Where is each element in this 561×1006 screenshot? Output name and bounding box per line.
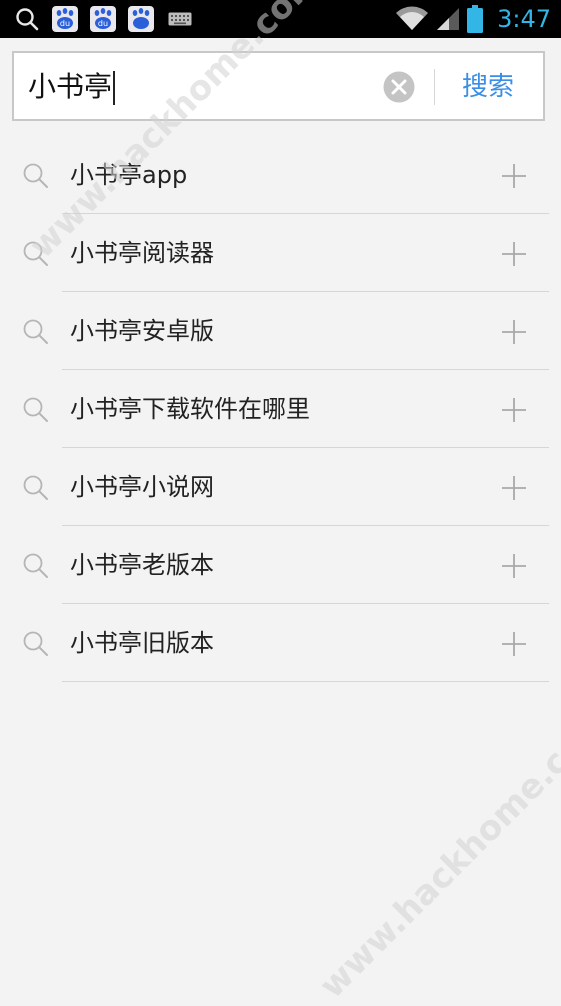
text-cursor	[113, 71, 116, 105]
suggestion-text: 小书亭老版本	[70, 551, 214, 579]
list-item[interactable]: 小书亭老版本	[0, 526, 561, 604]
search-icon	[23, 397, 48, 422]
plus-icon[interactable]	[500, 318, 528, 346]
baidu-paw-icon: du	[90, 6, 116, 32]
suggestion-list: 小书亭app 小书亭阅读器 小书亭安卓版 小书亭下载软件在哪里 小书亭小说网 小…	[0, 136, 561, 682]
plus-icon[interactable]	[500, 396, 528, 424]
system-icons: 3:47	[395, 4, 551, 34]
search-input[interactable]: 小书亭	[28, 70, 116, 105]
status-bar: du du 3:47	[0, 0, 561, 38]
suggestion-text: 小书亭旧版本	[70, 629, 214, 657]
search-icon	[16, 8, 39, 31]
plus-icon[interactable]	[500, 474, 528, 502]
search-divider	[434, 69, 435, 105]
search-icon	[23, 631, 48, 656]
suggestion-text: 小书亭小说网	[70, 473, 214, 501]
search-icon	[23, 319, 48, 344]
watermark: www.hackhome.com	[312, 700, 561, 1006]
svg-text:du: du	[98, 19, 108, 28]
baidu-paw-icon: du	[52, 6, 78, 32]
plus-icon[interactable]	[500, 630, 528, 658]
search-icon	[23, 475, 48, 500]
list-item[interactable]: 小书亭安卓版	[0, 292, 561, 370]
search-icon	[23, 553, 48, 578]
search-bar: 小书亭 搜索	[12, 51, 545, 121]
plus-icon[interactable]	[500, 240, 528, 268]
list-item[interactable]: 小书亭小说网	[0, 448, 561, 526]
svg-text:du: du	[60, 19, 70, 28]
search-query-text: 小书亭	[28, 70, 113, 103]
cell-signal-icon	[437, 8, 460, 30]
list-item[interactable]: 小书亭app	[0, 136, 561, 214]
clear-icon[interactable]	[383, 71, 415, 103]
row-divider	[62, 681, 549, 682]
plus-icon[interactable]	[500, 162, 528, 190]
search-icon	[23, 163, 48, 188]
battery-icon	[467, 5, 484, 33]
status-time: 3:47	[497, 5, 551, 33]
list-item[interactable]: 小书亭下载软件在哪里	[0, 370, 561, 448]
notification-icons: du du	[14, 5, 192, 33]
plus-icon[interactable]	[500, 552, 528, 580]
list-item[interactable]: 小书亭阅读器	[0, 214, 561, 292]
wifi-icon	[396, 6, 429, 30]
suggestion-text: 小书亭app	[70, 161, 188, 189]
keyboard-icon	[168, 12, 192, 26]
search-button[interactable]: 搜索	[462, 72, 514, 102]
suggestion-text: 小书亭下载软件在哪里	[70, 395, 310, 423]
search-icon	[23, 241, 48, 266]
list-item[interactable]: 小书亭旧版本	[0, 604, 561, 682]
suggestion-text: 小书亭安卓版	[70, 317, 214, 345]
baidu-paw-icon	[128, 6, 154, 32]
suggestion-text: 小书亭阅读器	[70, 239, 214, 267]
